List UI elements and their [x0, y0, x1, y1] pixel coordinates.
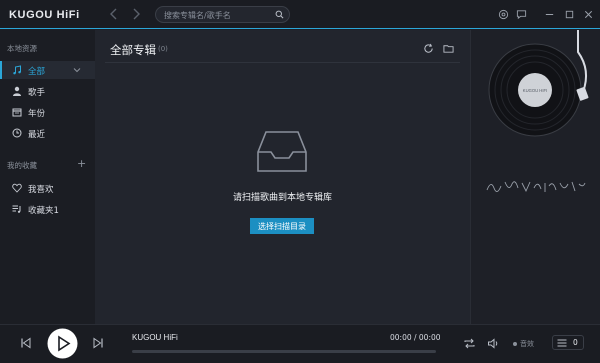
- chevron-right-icon: [133, 8, 140, 20]
- record-label: KUGOU HIFI: [523, 88, 547, 93]
- title-bar: KUGOU HiFi: [0, 0, 600, 29]
- title-divider: [105, 62, 460, 63]
- track-time: 00:00 / 00:00: [390, 333, 441, 342]
- play-queue-button[interactable]: 0: [552, 335, 584, 350]
- back-button[interactable]: [108, 8, 120, 20]
- queue-icon: [557, 339, 567, 347]
- close-icon[interactable]: [583, 9, 594, 20]
- sidebar-item-label: 歌手: [28, 88, 46, 98]
- calendar-icon: [12, 108, 22, 117]
- sidebar-item-label: 全部: [28, 67, 46, 77]
- signature-graphic: [486, 181, 586, 193]
- repeat-icon[interactable]: [463, 337, 476, 350]
- sidebar-item-label: 我喜欢: [28, 185, 54, 195]
- sidebar-item-label: 最近: [28, 130, 46, 140]
- previous-icon[interactable]: [20, 337, 32, 349]
- heart-icon: [12, 183, 22, 193]
- sidebar-item-all[interactable]: 全部: [0, 61, 95, 79]
- sidebar-item-recent[interactable]: 最近: [0, 124, 95, 142]
- sidebar-item-label: 年份: [28, 109, 46, 119]
- empty-message: 请扫描歌曲到本地专辑库: [232, 193, 332, 203]
- app-logo: KUGOU HiFi: [9, 9, 80, 21]
- volume-icon[interactable]: [487, 337, 500, 350]
- scan-directory-button[interactable]: 选择扫描目录: [250, 218, 314, 234]
- sidebar-item-artists[interactable]: 歌手: [0, 82, 95, 100]
- playlist-icon: [12, 205, 21, 213]
- search-input[interactable]: [164, 9, 274, 21]
- minimize-icon[interactable]: [544, 9, 555, 20]
- chevron-left-icon: [110, 8, 117, 20]
- sound-effect-label: 音效: [520, 340, 534, 348]
- queue-count: 0: [573, 338, 578, 347]
- sidebar: 本地资源 全部 歌手 年份 最近 我的收藏 + 我喜欢 收藏夹1: [0, 30, 95, 324]
- maximize-icon[interactable]: [564, 9, 575, 20]
- tonearm-icon: [576, 30, 589, 101]
- message-icon[interactable]: [516, 9, 527, 20]
- page-title: 全部专辑: [110, 43, 156, 57]
- sidebar-item-liked[interactable]: 我喜欢: [0, 179, 95, 197]
- folder-icon[interactable]: [443, 43, 454, 54]
- person-icon: [13, 86, 21, 96]
- sidebar-item-year[interactable]: 年份: [0, 103, 95, 121]
- empty-box-icon: [257, 131, 307, 172]
- local-resources-title: 本地资源: [7, 44, 37, 53]
- active-indicator: [0, 61, 2, 79]
- main-panel: 全部专辑 (0) 请扫描歌曲到本地专辑库 选择扫描目录: [95, 30, 470, 324]
- radio-dot-icon: [513, 342, 517, 346]
- music-note-icon: [13, 65, 21, 75]
- search-icon[interactable]: [275, 10, 284, 19]
- sidebar-item-label: 收藏夹1: [28, 206, 59, 216]
- forward-button[interactable]: [130, 8, 142, 20]
- player-bar: KUGOU HiFi 00:00 / 00:00 音效 0: [0, 324, 600, 363]
- sound-effect-toggle[interactable]: 音效: [513, 339, 534, 349]
- add-favorite-button[interactable]: +: [77, 158, 86, 169]
- favorites-title: 我的收藏: [7, 161, 37, 170]
- settings-icon[interactable]: [498, 9, 509, 20]
- search-box[interactable]: [155, 6, 290, 23]
- next-icon[interactable]: [92, 337, 104, 349]
- refresh-icon[interactable]: [423, 43, 434, 54]
- album-count: (0): [158, 45, 168, 53]
- sidebar-item-collection-1[interactable]: 收藏夹1: [0, 200, 95, 218]
- chevron-down-icon[interactable]: [73, 66, 81, 74]
- now-playing-panel: KUGOU HIFI: [470, 30, 600, 324]
- progress-bar[interactable]: [132, 350, 436, 353]
- play-button[interactable]: [47, 328, 78, 359]
- track-title: KUGOU HiFi: [132, 333, 178, 342]
- clock-icon: [12, 128, 22, 138]
